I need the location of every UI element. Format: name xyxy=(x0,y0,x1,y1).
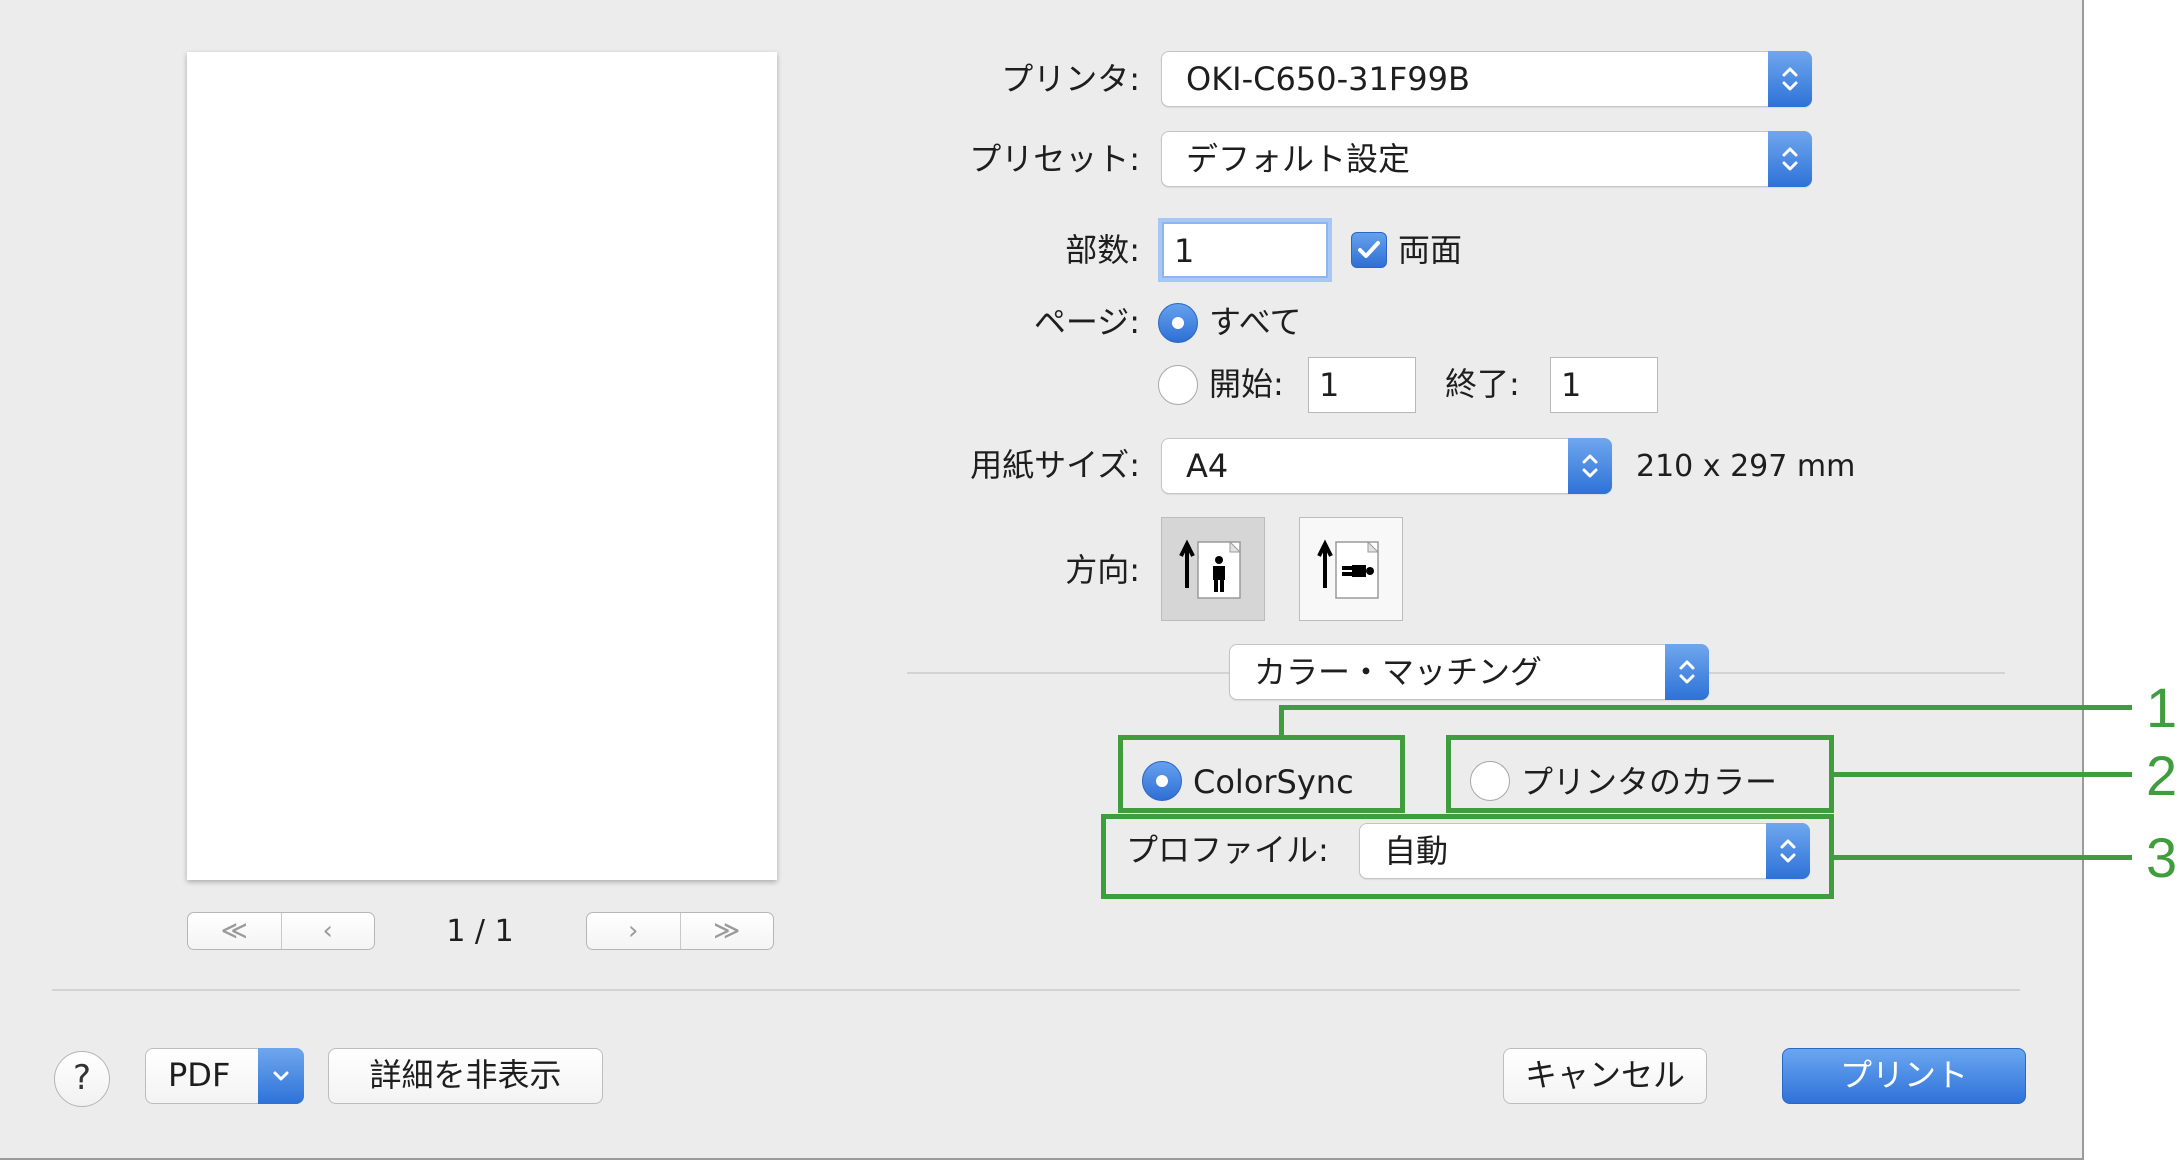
orientation-label: 方向: xyxy=(1065,551,1140,589)
paper-size-value: A4 xyxy=(1186,447,1229,485)
double-chevron-right-icon: ≫ xyxy=(713,916,741,946)
first-page-button[interactable]: ≪ xyxy=(188,913,281,949)
up-down-chevron-icon xyxy=(1665,644,1709,700)
duplex-label: 両面 xyxy=(1398,231,1463,269)
pages-to-label: 終了: xyxy=(1445,365,1520,403)
up-down-chevron-icon xyxy=(1768,51,1812,107)
panel-select-value: カラー・マッチング xyxy=(1254,653,1543,691)
preset-label: プリセット: xyxy=(969,140,1140,178)
callout-number-2: 2 xyxy=(2146,744,2178,807)
callout-line-3 xyxy=(1832,855,2132,860)
callout-line-2 xyxy=(1832,772,2132,777)
orientation-portrait-button[interactable] xyxy=(1161,517,1265,621)
chevron-right-icon: › xyxy=(628,916,639,946)
preset-value: デフォルト設定 xyxy=(1186,140,1411,178)
paper-size-dimensions: 210 x 297 mm xyxy=(1636,449,1856,484)
callout-line-1 xyxy=(1279,705,2132,710)
page-indicator: 1 / 1 xyxy=(446,914,514,949)
paper-size-label: 用紙サイズ: xyxy=(970,446,1140,484)
pages-from-label: 開始: xyxy=(1209,365,1284,403)
print-dialog: ≪ ‹ 1 / 1 › ≫ プリンタ: OKI-C650-31F99B プリセッ… xyxy=(0,0,2084,1160)
pages-from-value: 1 xyxy=(1319,366,1340,404)
next-page-button[interactable]: › xyxy=(587,913,680,949)
paper-size-select[interactable]: A4 xyxy=(1161,438,1612,494)
duplex-checkbox[interactable] xyxy=(1351,232,1387,268)
printer-value: OKI-C650-31F99B xyxy=(1186,60,1470,98)
portrait-orientation-icon xyxy=(1179,539,1242,599)
help-button[interactable]: ? xyxy=(54,1051,110,1107)
pages-from-input[interactable]: 1 xyxy=(1308,357,1416,413)
footer-separator xyxy=(52,989,2020,991)
landscape-orientation-icon xyxy=(1317,539,1380,599)
chevron-left-icon: ‹ xyxy=(322,916,333,946)
last-page-button[interactable]: ≫ xyxy=(679,913,774,949)
pages-range-radio[interactable] xyxy=(1158,365,1198,405)
printer-label: プリンタ: xyxy=(1001,60,1140,98)
pages-to-value: 1 xyxy=(1561,366,1582,404)
panel-select[interactable]: カラー・マッチング xyxy=(1229,644,1709,700)
chevron-down-icon xyxy=(258,1048,304,1104)
cancel-button[interactable]: キャンセル xyxy=(1503,1048,1707,1104)
pages-all-radio[interactable] xyxy=(1158,303,1198,343)
pdf-label: PDF xyxy=(168,1056,231,1094)
up-down-chevron-icon xyxy=(1768,131,1812,187)
pages-label: ページ: xyxy=(1033,303,1140,341)
callout-number-3: 3 xyxy=(2146,826,2178,889)
hide-details-button[interactable]: 詳細を非表示 xyxy=(328,1048,603,1104)
copies-label: 部数: xyxy=(1065,231,1140,269)
pages-all-label: すべて xyxy=(1209,303,1302,341)
pdf-menu-button[interactable]: PDF xyxy=(145,1048,304,1104)
double-chevron-left-icon: ≪ xyxy=(220,916,248,946)
copies-value: 1 xyxy=(1174,232,1195,270)
annotation-box-colorsync xyxy=(1118,735,1405,813)
previous-page-button[interactable]: ‹ xyxy=(280,913,375,949)
copies-input[interactable]: 1 xyxy=(1162,222,1328,278)
callout-number-1: 1 xyxy=(2146,676,2178,739)
annotation-box-printer-color xyxy=(1446,735,1834,813)
page-preview xyxy=(187,52,777,880)
print-button[interactable]: プリント xyxy=(1782,1048,2026,1104)
question-mark-icon: ? xyxy=(72,1058,92,1098)
pages-to-input[interactable]: 1 xyxy=(1550,357,1658,413)
orientation-landscape-button[interactable] xyxy=(1299,517,1403,621)
up-down-chevron-icon xyxy=(1568,438,1612,494)
printer-select[interactable]: OKI-C650-31F99B xyxy=(1161,51,1812,107)
annotation-box-profile xyxy=(1101,814,1834,899)
preview-nav-forward-group: › ≫ xyxy=(586,912,774,950)
preview-nav-back-group: ≪ ‹ xyxy=(187,912,375,950)
checkmark-icon xyxy=(1358,241,1380,258)
preset-select[interactable]: デフォルト設定 xyxy=(1161,131,1812,187)
